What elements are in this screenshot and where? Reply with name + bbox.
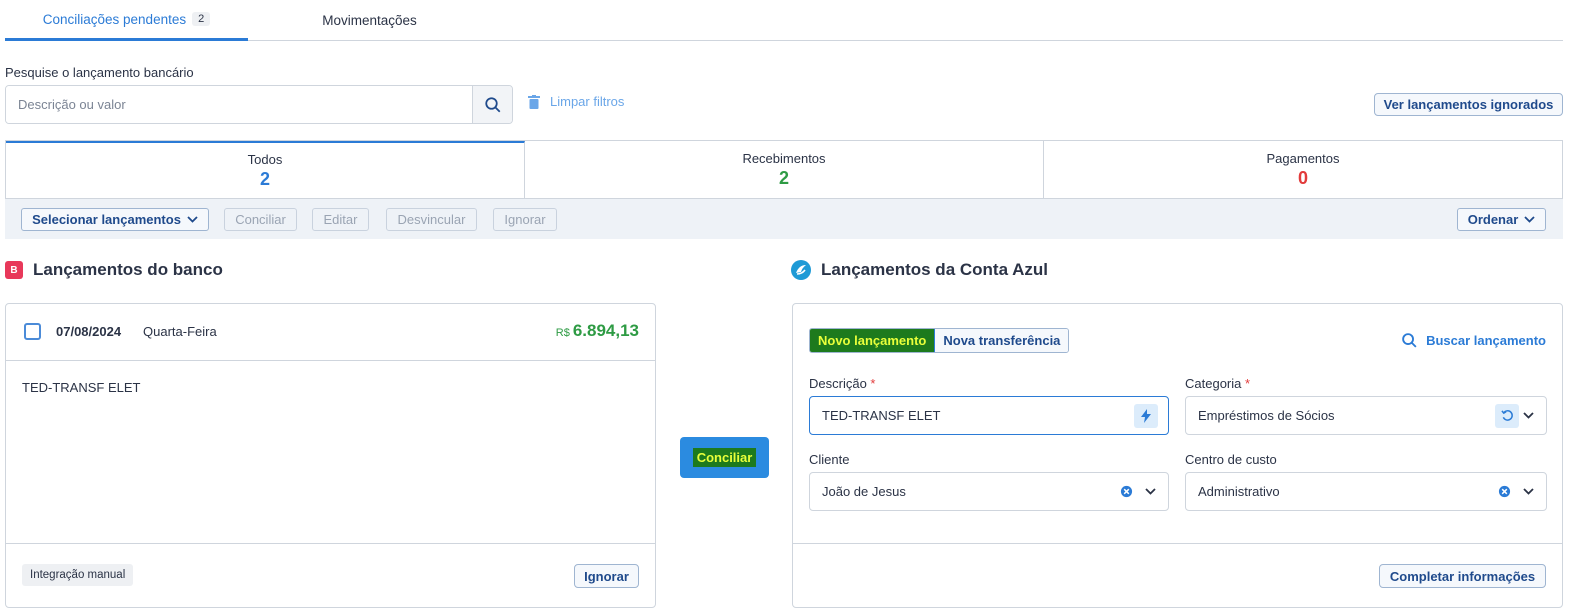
conta-azul-entry-card: Novo lançamento Nova transferência Busca… xyxy=(792,303,1563,608)
top-tabs: Conciliações pendentes 2 Movimentações xyxy=(5,0,1563,41)
descricao-label: Descrição * xyxy=(809,376,875,391)
ver-lancamentos-ignorados-button[interactable]: Ver lançamentos ignorados xyxy=(1374,93,1563,116)
reset-category-button[interactable] xyxy=(1495,403,1519,428)
search-input[interactable] xyxy=(6,86,472,123)
chevron-down-icon xyxy=(1524,216,1535,223)
cliente-select[interactable]: João de Jesus xyxy=(809,472,1169,511)
search-box xyxy=(5,85,513,124)
clear-icon[interactable] xyxy=(1498,485,1511,498)
summary-count: 2 xyxy=(259,168,270,189)
conta-azul-section-title: Lançamentos da Conta Azul xyxy=(791,260,1048,280)
selecionar-lancamentos-dropdown[interactable]: Selecionar lançamentos xyxy=(21,208,209,231)
chevron-down-icon xyxy=(1523,488,1534,495)
summary-tab-pagamentos[interactable]: Pagamentos 0 xyxy=(1044,141,1562,198)
categoria-value: Empréstimos de Sócios xyxy=(1198,408,1335,423)
buscar-lancamento-label: Buscar lançamento xyxy=(1426,333,1546,348)
conta-azul-title-text: Lançamentos da Conta Azul xyxy=(821,260,1049,279)
conciliar-button-label: Conciliar xyxy=(692,448,757,467)
conta-azul-entry-footer: Completar informações xyxy=(793,543,1562,607)
chevron-down-icon xyxy=(187,216,198,223)
summary-label: Recebimentos xyxy=(742,150,826,166)
search-icon xyxy=(1402,333,1417,348)
bank-entry-footer: Integração manual Ignorar xyxy=(6,543,655,607)
categoria-label: Categoria * xyxy=(1185,376,1250,391)
conciliar-action-button[interactable]: Conciliar xyxy=(224,208,297,231)
summary-tab-todos[interactable]: Todos 2 xyxy=(6,141,525,198)
cliente-label: Cliente xyxy=(809,452,850,467)
summary-count: 2 xyxy=(778,167,789,188)
summary-tabs: Todos 2 Recebimentos 2 Pagamentos 0 xyxy=(5,140,1563,199)
search-icon xyxy=(484,96,500,112)
cliente-value: João de Jesus xyxy=(822,484,906,499)
completar-informacoes-button[interactable]: Completar informações xyxy=(1379,564,1546,588)
conta-azul-logo-icon xyxy=(791,260,811,280)
categoria-select[interactable]: Empréstimos de Sócios xyxy=(1185,396,1547,435)
novo-lancamento-toggle[interactable]: Novo lançamento xyxy=(810,329,936,352)
bank-entry-description: TED-TRANSF ELET xyxy=(22,380,141,395)
centro-custo-select[interactable]: Administrativo xyxy=(1185,472,1547,511)
descricao-value: TED-TRANSF ELET xyxy=(822,408,941,423)
search-label: Pesquise o lançamento bancário xyxy=(5,65,194,80)
descricao-input[interactable]: TED-TRANSF ELET xyxy=(809,396,1169,435)
centro-custo-label: Centro de custo xyxy=(1185,452,1277,467)
action-bar: Selecionar lançamentos Conciliar Editar … xyxy=(5,199,1563,239)
amount-value: 6.894,13 xyxy=(572,321,639,340)
ordenar-dropdown[interactable]: Ordenar xyxy=(1457,208,1546,231)
chevron-down-icon xyxy=(1523,412,1534,419)
lightning-icon xyxy=(1141,408,1151,423)
summary-label: Pagamentos xyxy=(1266,150,1340,166)
bank-title-text: Lançamentos do banco xyxy=(33,260,223,279)
summary-label: Todos xyxy=(247,151,283,167)
currency-symbol: R$ xyxy=(555,327,570,339)
ordenar-label: Ordenar xyxy=(1467,212,1519,227)
nova-transferencia-toggle[interactable]: Nova transferência xyxy=(935,329,1069,352)
bank-entry-card: 07/08/2024 Quarta-Feira R$ 6.894,13 TED-… xyxy=(5,303,656,608)
bank-section-title: B Lançamentos do banco xyxy=(5,260,223,280)
desvincular-action-button[interactable]: Desvincular xyxy=(386,208,477,231)
select-label: Selecionar lançamentos xyxy=(32,212,181,227)
tab-label: Movimentações xyxy=(322,13,417,28)
clear-filters-button[interactable]: Limpar filtros xyxy=(528,94,624,109)
bank-entry-header: 07/08/2024 Quarta-Feira R$ 6.894,13 xyxy=(6,304,655,361)
entry-type-toggle: Novo lançamento Nova transferência xyxy=(809,328,1070,353)
bank-entry-amount: R$ 6.894,13 xyxy=(556,321,639,341)
trash-icon xyxy=(528,94,540,109)
required-mark: * xyxy=(1245,376,1251,391)
categoria-label-text: Categoria xyxy=(1185,376,1242,391)
buscar-lancamento-link[interactable]: Buscar lançamento xyxy=(1401,332,1546,349)
bank-icon: B xyxy=(5,261,23,279)
summary-count: 0 xyxy=(1297,167,1308,188)
summary-tab-recebimentos[interactable]: Recebimentos 2 xyxy=(525,141,1044,198)
conciliar-button[interactable]: Conciliar xyxy=(680,437,769,478)
bank-entry-date: 07/08/2024 xyxy=(56,324,122,339)
auto-fill-button[interactable] xyxy=(1134,403,1158,428)
tab-movimentacoes[interactable]: Movimentações xyxy=(248,0,491,41)
undo-icon xyxy=(1500,410,1513,421)
required-mark: * xyxy=(870,376,876,391)
chevron-down-icon xyxy=(1145,488,1156,495)
centro-custo-value: Administrativo xyxy=(1198,484,1280,499)
tab-conciliacoes-pendentes[interactable]: Conciliações pendentes 2 xyxy=(5,0,248,41)
descricao-label-text: Descrição xyxy=(809,376,867,391)
ignorar-entry-button[interactable]: Ignorar xyxy=(574,564,639,588)
ignorar-action-button[interactable]: Ignorar xyxy=(493,208,557,231)
bank-entry-weekday: Quarta-Feira xyxy=(143,324,217,339)
clear-icon[interactable] xyxy=(1120,485,1133,498)
search-button[interactable] xyxy=(472,86,512,123)
integration-tag: Integração manual xyxy=(22,564,134,586)
editar-action-button[interactable]: Editar xyxy=(312,208,369,231)
tab-count-badge: 2 xyxy=(192,12,211,26)
tab-label: Conciliações pendentes xyxy=(42,11,187,27)
clear-filters-label: Limpar filtros xyxy=(550,94,625,109)
bank-entry-checkbox[interactable] xyxy=(24,323,41,340)
